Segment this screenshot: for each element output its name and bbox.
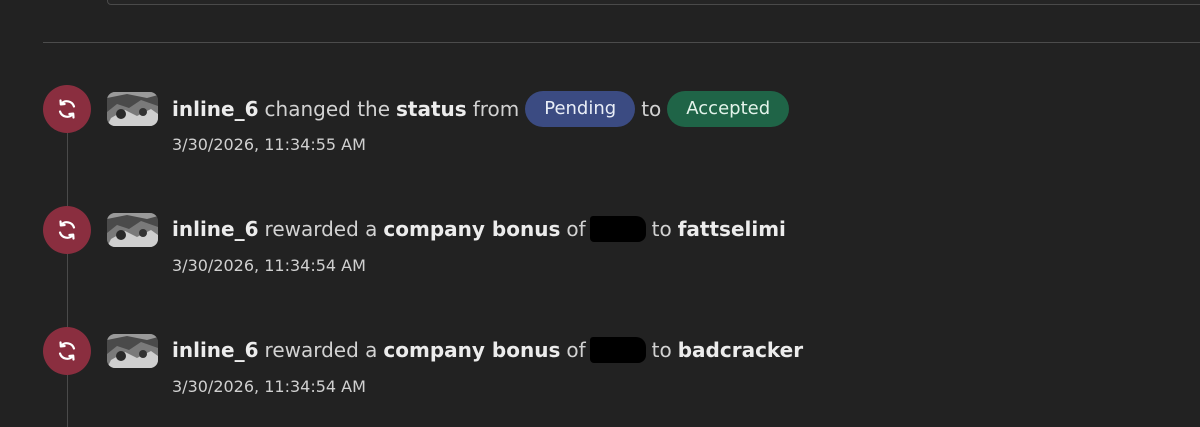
avatar[interactable] <box>107 334 158 368</box>
sync-icon <box>43 206 91 254</box>
event-timestamp: 3/30/2026, 11:34:55 AM <box>172 135 366 154</box>
divider <box>43 42 1200 43</box>
event-to-word: to <box>651 217 672 241</box>
activity-event: inline_6 rewarded a company bonus of to … <box>0 327 1200 407</box>
event-action: rewarded a <box>264 217 378 241</box>
event-of-word: of <box>566 338 586 362</box>
event-user[interactable]: inline_6 <box>172 92 259 126</box>
event-action: changed the <box>264 97 391 121</box>
event-from-word: from <box>472 97 520 121</box>
event-recipient[interactable]: badcracker <box>678 333 803 367</box>
event-to-word: to <box>641 97 662 121</box>
event-field: company bonus <box>383 338 561 362</box>
avatar[interactable] <box>107 92 158 126</box>
event-to-word: to <box>651 338 672 362</box>
activity-event: inline_6 rewarded a company bonus of to … <box>0 206 1200 286</box>
event-description: inline_6 rewarded a company bonus of to … <box>172 212 786 246</box>
activity-page: inline_6 changed the status from Pending… <box>0 0 1200 427</box>
event-recipient[interactable]: fattselimi <box>678 212 786 246</box>
event-action: rewarded a <box>264 338 378 362</box>
avatar[interactable] <box>107 213 158 247</box>
event-timestamp: 3/30/2026, 11:34:54 AM <box>172 377 366 396</box>
event-timestamp: 3/30/2026, 11:34:54 AM <box>172 256 366 275</box>
activity-event: inline_6 changed the status from Pending… <box>0 85 1200 165</box>
event-user[interactable]: inline_6 <box>172 333 259 367</box>
event-description: inline_6 rewarded a company bonus of to … <box>172 333 803 367</box>
redacted-amount <box>589 216 646 242</box>
comment-input[interactable] <box>107 0 1200 5</box>
event-of-word: of <box>566 217 586 241</box>
sync-icon <box>43 85 91 133</box>
event-field: status <box>396 97 467 121</box>
status-badge-pending: Pending <box>525 91 636 127</box>
status-badge-accepted: Accepted <box>667 91 790 127</box>
event-field: company bonus <box>383 217 561 241</box>
event-description: inline_6 changed the status from Pending… <box>172 91 790 127</box>
event-user[interactable]: inline_6 <box>172 212 259 246</box>
sync-icon <box>43 327 91 375</box>
redacted-amount <box>589 337 646 363</box>
